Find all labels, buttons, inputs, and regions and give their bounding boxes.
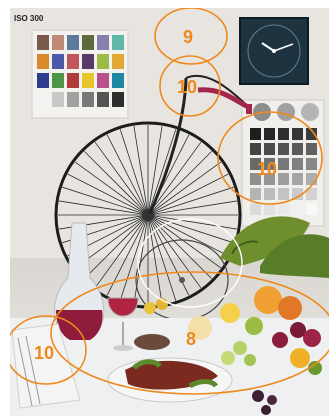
annotation-label-10-upper: 10 [177, 77, 198, 97]
grey-step [250, 143, 261, 155]
checker-patch [67, 92, 79, 107]
grey-step [292, 158, 303, 170]
checker-patch [52, 54, 64, 69]
annotation-label-9: 9 [183, 27, 194, 47]
checker-patch [82, 73, 94, 88]
checker-patch [37, 54, 49, 69]
checker-patch [82, 35, 94, 50]
color-checker [31, 29, 129, 119]
checker-patch [37, 92, 49, 107]
grey-step [306, 173, 317, 185]
test-photo [10, 8, 329, 416]
checker-patch [82, 54, 94, 69]
wall-clock [239, 17, 309, 85]
grey-step [264, 143, 275, 155]
grey-step [278, 188, 289, 200]
checker-patch [97, 54, 109, 69]
checker-patch [52, 92, 64, 107]
checker-patch [37, 73, 49, 88]
checker-patch [52, 35, 64, 50]
grey-step [292, 203, 303, 215]
grey-step [250, 203, 261, 215]
checker-patch [112, 92, 124, 107]
grey-step [278, 158, 289, 170]
checker-patch [112, 35, 124, 50]
grey-step [278, 143, 289, 155]
checker-patch [82, 92, 94, 107]
grey-step [278, 173, 289, 185]
grey-step [264, 203, 275, 215]
grey-step [264, 128, 275, 140]
checker-patch [97, 73, 109, 88]
checker-patch [67, 54, 79, 69]
scene-drawing [10, 8, 329, 416]
photo-frame: ISO 300 9 10 10 10 8 [0, 0, 331, 419]
grey-step [306, 158, 317, 170]
checker-patch [67, 73, 79, 88]
annotation-label-10-left: 10 [34, 343, 55, 363]
checker-patch [112, 73, 124, 88]
grey-step [250, 188, 261, 200]
checker-patch [67, 35, 79, 50]
grey-step [278, 203, 289, 215]
checker-patch [97, 92, 109, 107]
checker-patch [97, 35, 109, 50]
grey-step [278, 128, 289, 140]
grey-step [250, 128, 261, 140]
greyscale-chart [241, 99, 325, 227]
annotation-label-8: 8 [186, 329, 197, 349]
grey-step [292, 128, 303, 140]
grey-step [292, 143, 303, 155]
iso-label: ISO 300 [14, 14, 44, 23]
checker-patch [37, 35, 49, 50]
grey-step [292, 173, 303, 185]
checker-patch [112, 54, 124, 69]
checker-patch [52, 73, 64, 88]
grey-step [306, 143, 317, 155]
grey-step [306, 203, 317, 215]
annotation-label-10-right: 10 [257, 159, 278, 179]
grey-step [264, 188, 275, 200]
